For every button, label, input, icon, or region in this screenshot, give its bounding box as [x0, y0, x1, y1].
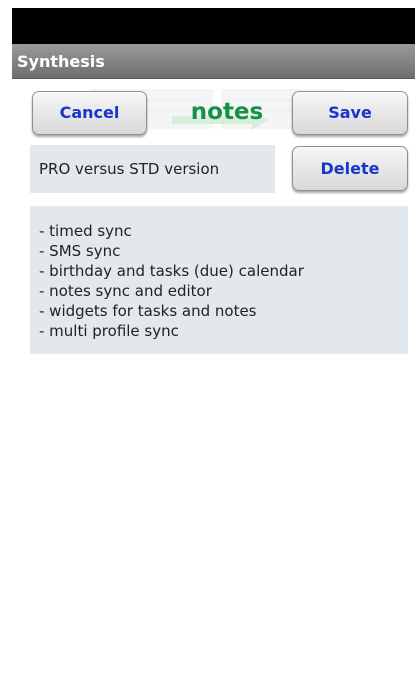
note-line: - notes sync and editor	[39, 282, 212, 300]
note-line: - widgets for tasks and notes	[39, 302, 257, 320]
app-title: Synthesis	[17, 52, 105, 71]
screen-title: notes	[190, 99, 264, 125]
note-line: - birthday and tasks (due) calendar	[39, 262, 304, 280]
status-bar	[12, 8, 415, 44]
note-line: - timed sync	[39, 222, 132, 240]
app-title-bar: Synthesis	[12, 44, 415, 79]
cancel-button[interactable]: Cancel	[32, 91, 147, 135]
delete-button[interactable]: Delete	[292, 146, 408, 191]
note-line: - SMS sync	[39, 242, 121, 260]
note-body-editor[interactable]: - timed sync - SMS sync - birthday and t…	[30, 206, 408, 354]
note-header: Cancel notes Save	[12, 80, 415, 140]
save-button[interactable]: Save	[292, 91, 408, 135]
phone-screen: Synthesis Cancel notes Save PRO versus S…	[12, 8, 415, 673]
note-subject-field[interactable]: PRO versus STD version	[30, 145, 275, 193]
note-line: - multi profile sync	[39, 322, 179, 340]
